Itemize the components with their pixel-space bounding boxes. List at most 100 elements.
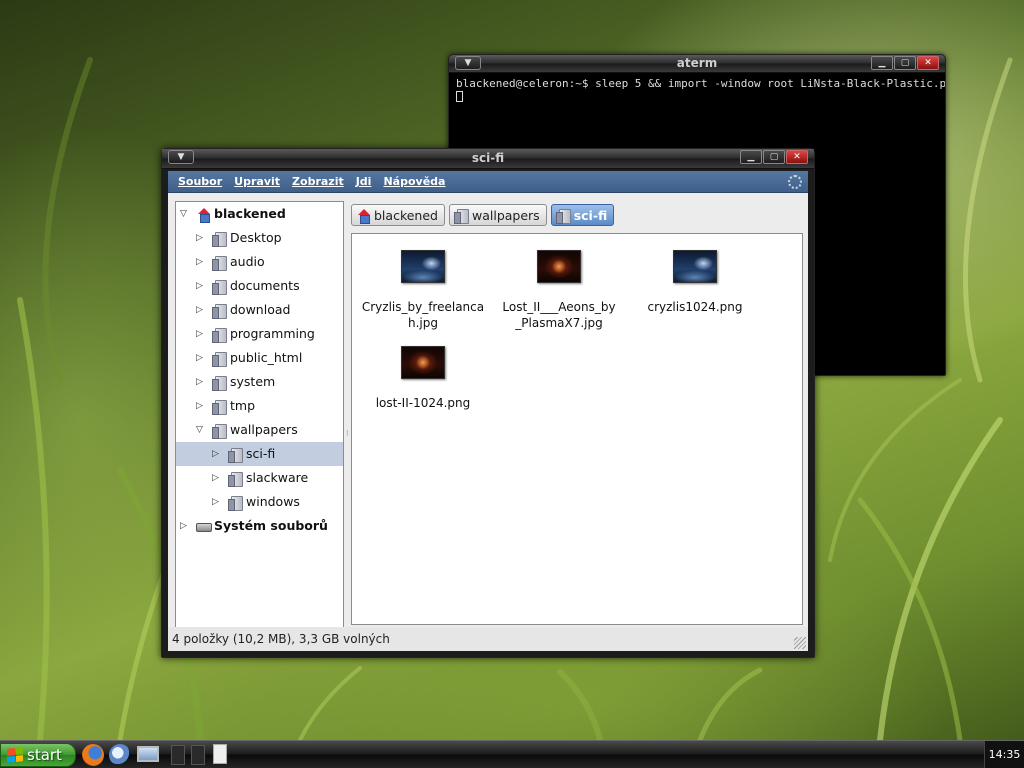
status-text: 4 položky (10,2 MB), 3,3 GB volných: [172, 632, 390, 646]
file-item[interactable]: Lost_II___Aeons_by _PlasmaX7.jpg: [490, 250, 628, 331]
expander-collapsed-icon[interactable]: ▷: [196, 370, 206, 394]
expander-collapsed-icon[interactable]: ▷: [196, 322, 206, 346]
tree-item-sci-fi[interactable]: ▷ sci-fi: [176, 442, 343, 466]
expander-collapsed-icon[interactable]: ▷: [180, 514, 190, 538]
file-icon-view[interactable]: Cryzlis_by_freelanca h.jpg Lost_II___Aeo…: [351, 233, 803, 625]
image-thumbnail: [673, 250, 717, 283]
file-item[interactable]: Cryzlis_by_freelanca h.jpg: [354, 250, 492, 331]
folder-icon: [555, 208, 571, 224]
image-thumbnail: [537, 250, 581, 283]
tree-item-label: blackened: [214, 206, 286, 221]
folder-icon: [212, 304, 227, 319]
folder-icon: [212, 376, 227, 391]
tree-item-slackware[interactable]: ▷ slackware: [176, 466, 343, 490]
tree-item-download[interactable]: ▷ download: [176, 298, 343, 322]
tree-item-label: audio: [230, 254, 265, 269]
expander-collapsed-icon[interactable]: ▷: [196, 250, 206, 274]
tree-item-label: tmp: [230, 398, 256, 413]
expander-collapsed-icon[interactable]: ▷: [196, 226, 206, 250]
document-icon[interactable]: [213, 744, 227, 764]
tree-item-label: system: [230, 374, 276, 389]
menubar: Soubor Upravit Zobrazit Jdi Nápověda: [168, 171, 808, 193]
tree-item-label: programming: [230, 326, 315, 341]
tree-item-blackened[interactable]: ▽ blackened: [176, 202, 343, 226]
breadcrumb-wallpapers[interactable]: wallpapers: [448, 204, 547, 226]
expander-collapsed-icon[interactable]: ▷: [196, 298, 206, 322]
path-bar: blackened wallpapers sci-fi: [351, 204, 615, 226]
close-button[interactable]: ✕: [917, 56, 939, 70]
terminal-output[interactable]: blackened@celeron:~$ sleep 5 && import -…: [449, 73, 945, 107]
tree-item-audio[interactable]: ▷ audio: [176, 250, 343, 274]
expander-collapsed-icon[interactable]: ▷: [212, 490, 222, 514]
breadcrumb-blackened[interactable]: blackened: [351, 204, 445, 226]
firefox-icon[interactable]: [82, 744, 104, 766]
home-icon: [356, 208, 370, 224]
tree-item-label: public_html: [230, 350, 303, 365]
file-name: cryzlis1024.png: [647, 300, 743, 314]
breadcrumb-label: wallpapers: [471, 207, 540, 223]
menu-go[interactable]: Jdi: [350, 175, 378, 188]
file-manager-titlebar[interactable]: ▼ sci-fi ▁ ▢ ✕: [162, 149, 814, 169]
minimize-button[interactable]: ▁: [871, 56, 893, 70]
menu-help[interactable]: Nápověda: [377, 175, 451, 188]
menu-edit[interactable]: Upravit: [228, 175, 286, 188]
maximize-button[interactable]: ▢: [763, 150, 785, 164]
folder-icon: [212, 280, 227, 295]
expander-collapsed-icon[interactable]: ▷: [196, 346, 206, 370]
status-bar: 4 položky (10,2 MB), 3,3 GB volných: [168, 627, 808, 651]
tree-item-programming[interactable]: ▷ programming: [176, 322, 343, 346]
home-icon: [196, 208, 210, 223]
workspace-pager[interactable]: [191, 745, 205, 765]
image-thumbnail: [401, 250, 445, 283]
taskbar: start 14:35: [0, 740, 1024, 768]
start-label: start: [27, 746, 62, 764]
expander-expanded-icon[interactable]: ▽: [196, 418, 206, 442]
workspace-pager[interactable]: [171, 745, 185, 765]
close-button[interactable]: ✕: [786, 150, 808, 164]
tree-item-label: sci-fi: [246, 446, 276, 461]
resize-grip[interactable]: [794, 637, 806, 649]
expander-collapsed-icon[interactable]: ▷: [196, 394, 206, 418]
expander-collapsed-icon[interactable]: ▷: [212, 466, 222, 490]
folder-icon: [212, 256, 227, 271]
search-icon[interactable]: [109, 744, 131, 766]
file-item[interactable]: lost-II-1024.png: [354, 346, 492, 411]
expander-collapsed-icon[interactable]: ▷: [212, 442, 222, 466]
tree-item-label: documents: [230, 278, 300, 293]
folder-icon: [228, 472, 243, 487]
breadcrumb-sci-fi[interactable]: sci-fi: [550, 204, 615, 226]
menu-file[interactable]: Soubor: [172, 175, 228, 188]
breadcrumb-label: blackened: [374, 207, 438, 223]
file-item[interactable]: cryzlis1024.png: [626, 250, 764, 315]
clock[interactable]: 14:35: [984, 741, 1024, 768]
file-name: Lost_II___Aeons_by _PlasmaX7.jpg: [502, 300, 616, 330]
terminal-titlebar[interactable]: ▼ aterm ▁ ▢ ✕: [449, 55, 945, 73]
tree-item-documents[interactable]: ▷ documents: [176, 274, 343, 298]
file-manager-window[interactable]: ▼ sci-fi ▁ ▢ ✕ Soubor Upravit Zobrazit J…: [161, 148, 815, 658]
terminal-command-line: blackened@celeron:~$ sleep 5 && import -…: [456, 77, 946, 90]
tree-item-wallpapers[interactable]: ▽ wallpapers: [176, 418, 343, 442]
tree-item-windows[interactable]: ▷ windows: [176, 490, 343, 514]
maximize-button[interactable]: ▢: [894, 56, 916, 70]
tree-item-public-html[interactable]: ▷ public_html: [176, 346, 343, 370]
folder-tree[interactable]: ▽ blackened ▷ Desktop ▷ audio ▷ document…: [175, 201, 344, 647]
tree-item-filesystem[interactable]: ▷ Systém souborů: [176, 514, 343, 538]
start-button[interactable]: start: [0, 743, 76, 767]
file-name: lost-II-1024.png: [375, 396, 471, 410]
tree-item-label: slackware: [246, 470, 309, 485]
monitor-icon[interactable]: [137, 746, 159, 762]
expander-expanded-icon[interactable]: ▽: [180, 202, 190, 226]
tree-item-system[interactable]: ▷ system: [176, 370, 343, 394]
windows-logo-icon: [7, 747, 23, 763]
activity-throbber-icon: [788, 175, 802, 189]
tree-item-tmp[interactable]: ▷ tmp: [176, 394, 343, 418]
terminal-cursor: [456, 91, 463, 102]
pane-splitter-handle[interactable]: ⁝: [346, 429, 349, 438]
menu-view[interactable]: Zobrazit: [286, 175, 350, 188]
file-manager-body: Soubor Upravit Zobrazit Jdi Nápověda ▽ b…: [168, 171, 808, 651]
tree-item-desktop[interactable]: ▷ Desktop: [176, 226, 343, 250]
minimize-button[interactable]: ▁: [740, 150, 762, 164]
expander-collapsed-icon[interactable]: ▷: [196, 274, 206, 298]
folder-icon: [212, 352, 227, 367]
folder-icon: [212, 328, 227, 343]
